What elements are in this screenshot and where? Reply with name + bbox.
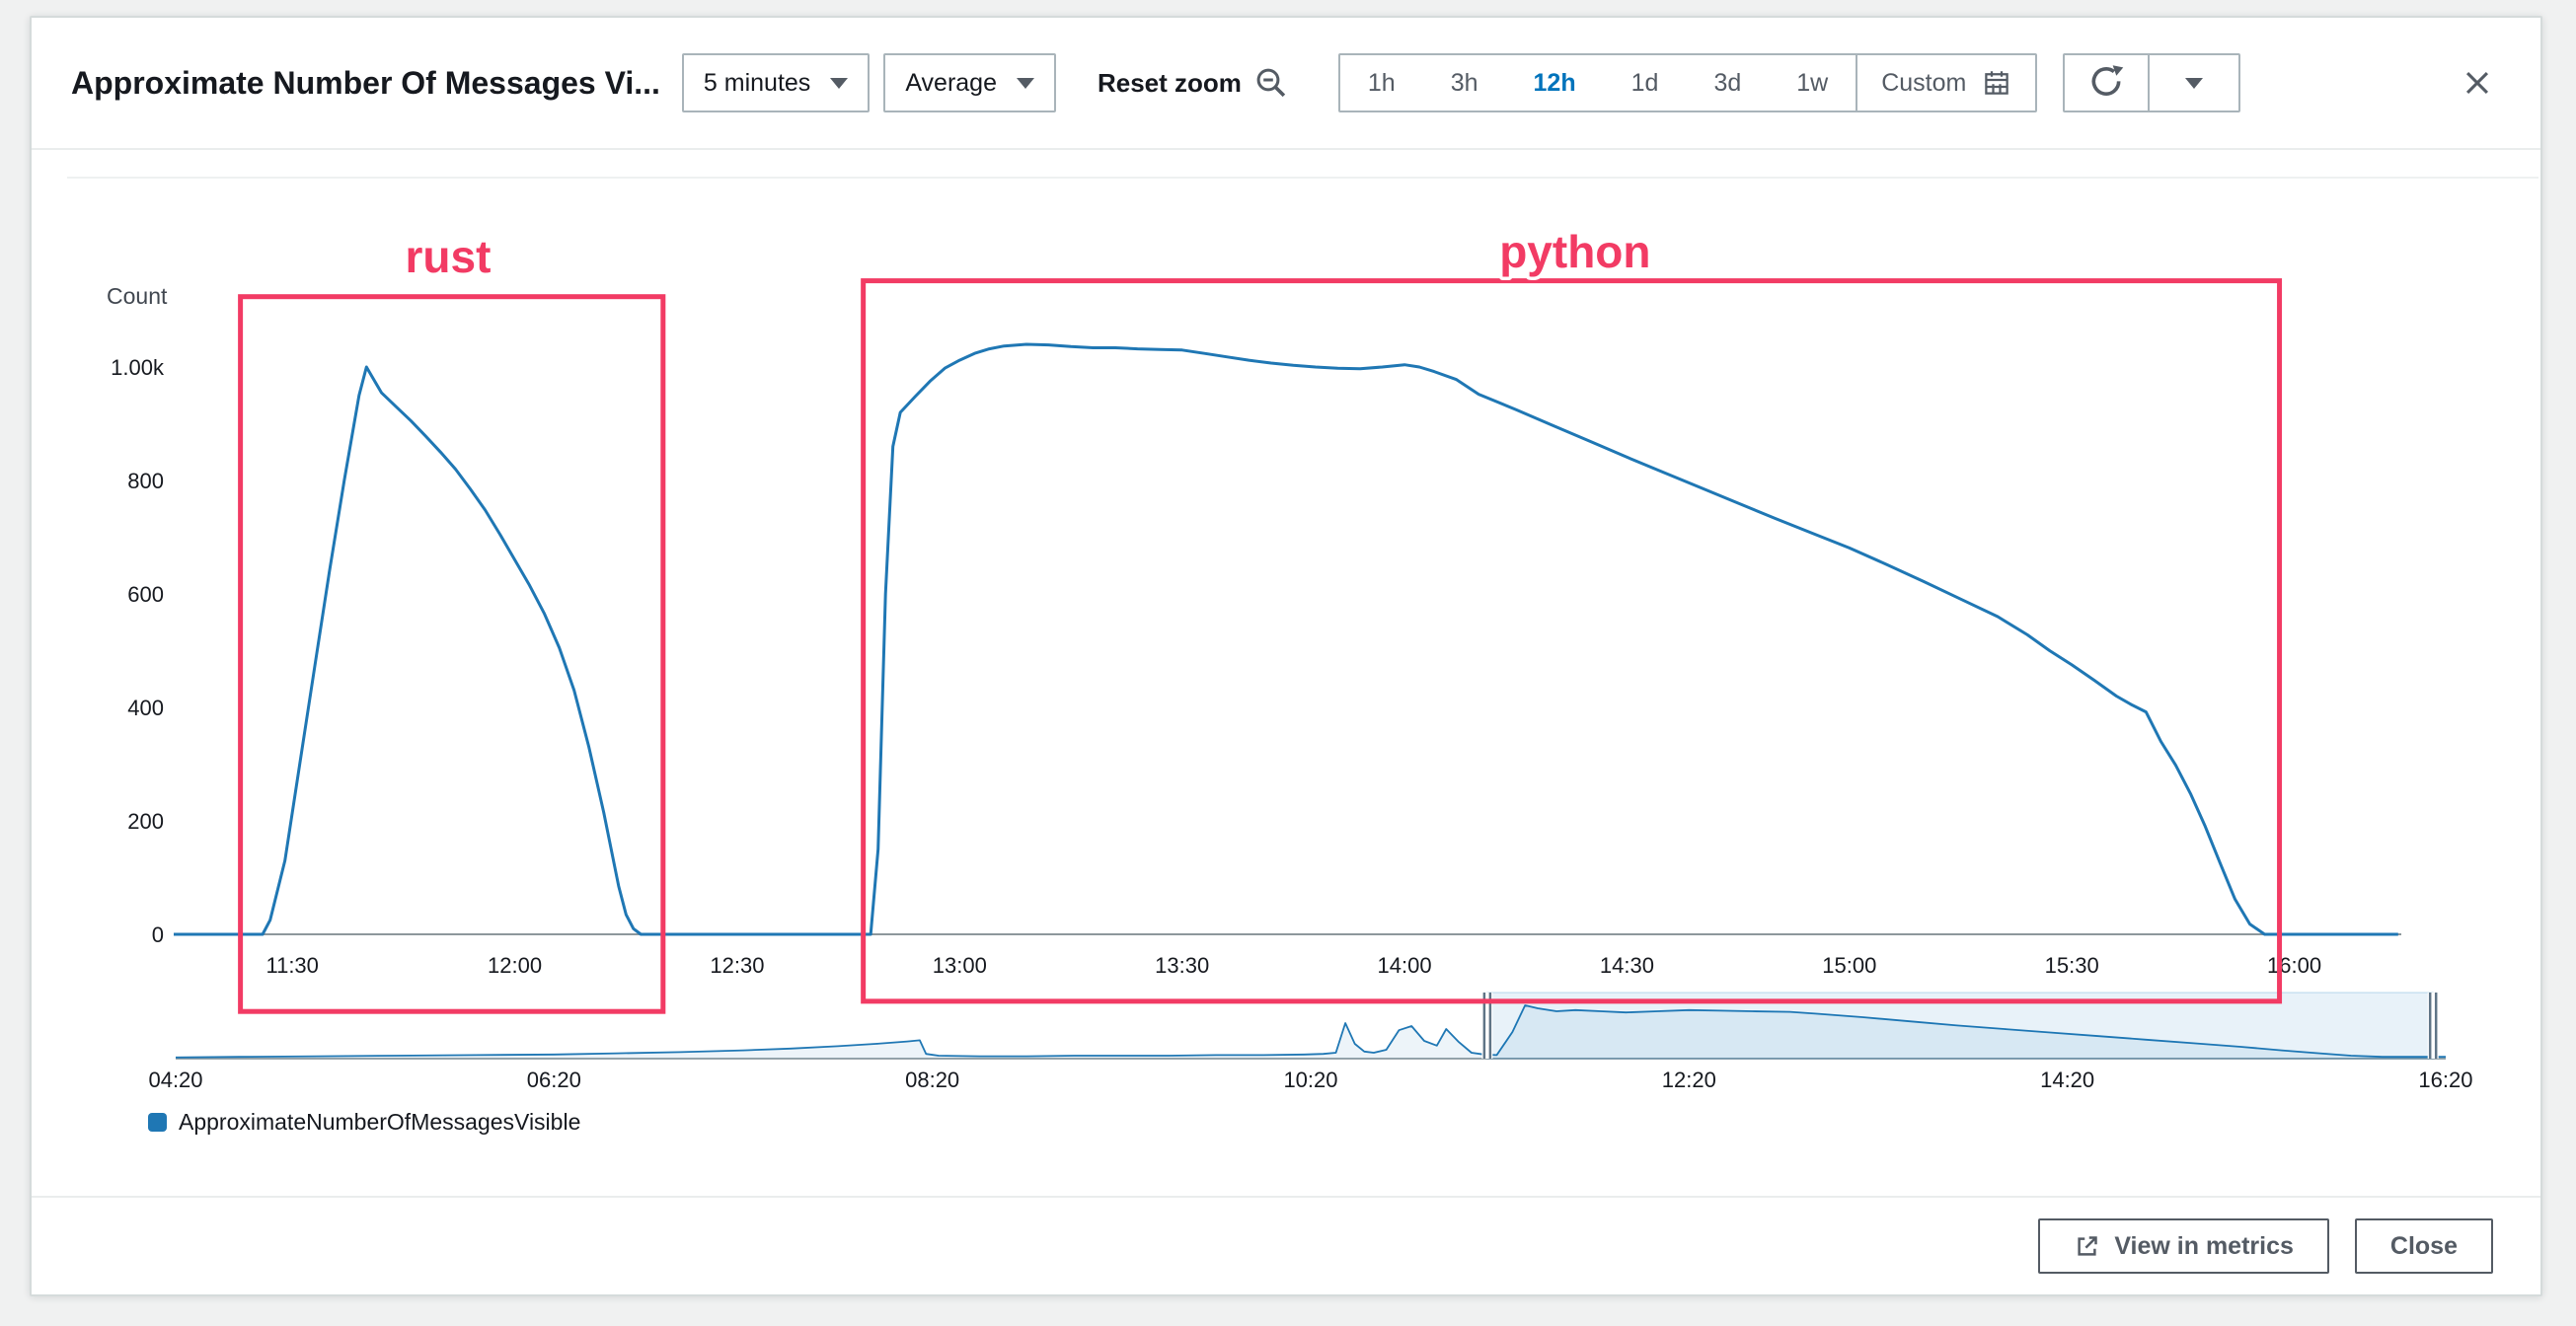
reset-zoom-button[interactable]: Reset zoom bbox=[1098, 65, 1289, 101]
modal-footer: View in metrics Close bbox=[32, 1196, 2540, 1294]
time-range-3d[interactable]: 3d bbox=[1686, 55, 1769, 110]
external-link-icon bbox=[2074, 1233, 2100, 1260]
refresh-split-button bbox=[2063, 53, 2240, 112]
reset-zoom-label: Reset zoom bbox=[1098, 68, 1242, 99]
close-icon[interactable] bbox=[2454, 59, 2501, 107]
modal-title: Approximate Number Of Messages Vi... bbox=[71, 65, 660, 102]
page-background: Approximate Number Of Messages Vi... 5 m… bbox=[0, 0, 2576, 1326]
time-range-group: 1h 3h 12h 1d 3d 1w Custom bbox=[1338, 53, 2037, 112]
chevron-down-icon bbox=[830, 78, 848, 89]
refresh-button[interactable] bbox=[2065, 55, 2148, 110]
time-range-1w[interactable]: 1w bbox=[1769, 55, 1856, 110]
close-button-label: Close bbox=[2390, 1232, 2458, 1261]
custom-range-button[interactable]: Custom bbox=[1856, 55, 2035, 110]
refresh-options-button[interactable] bbox=[2148, 55, 2238, 110]
period-value: 5 minutes bbox=[704, 69, 810, 98]
refresh-icon bbox=[2087, 64, 2125, 102]
custom-range-label: Custom bbox=[1881, 69, 1966, 98]
close-button[interactable]: Close bbox=[2355, 1218, 2493, 1274]
statistic-value: Average bbox=[905, 69, 997, 98]
content-divider bbox=[67, 177, 2538, 179]
zoom-out-icon bbox=[1253, 65, 1289, 101]
metric-details-modal: Approximate Number Of Messages Vi... 5 m… bbox=[30, 16, 2542, 1296]
legend-label: ApproximateNumberOfMessagesVisible bbox=[179, 1109, 580, 1136]
time-range-12h[interactable]: 12h bbox=[1506, 55, 1604, 110]
view-in-metrics-label: View in metrics bbox=[2114, 1232, 2294, 1261]
time-range-3h[interactable]: 3h bbox=[1423, 55, 1506, 110]
chevron-down-icon bbox=[2185, 78, 2203, 89]
time-range-1d[interactable]: 1d bbox=[1604, 55, 1687, 110]
period-dropdown[interactable]: 5 minutes bbox=[682, 53, 870, 112]
view-in-metrics-button[interactable]: View in metrics bbox=[2038, 1218, 2329, 1274]
calendar-icon bbox=[1982, 68, 2011, 98]
modal-header: Approximate Number Of Messages Vi... 5 m… bbox=[32, 18, 2540, 150]
chevron-down-icon bbox=[1017, 78, 1034, 89]
legend-color-swatch bbox=[148, 1113, 167, 1132]
statistic-dropdown[interactable]: Average bbox=[883, 53, 1056, 112]
time-range-1h[interactable]: 1h bbox=[1340, 55, 1423, 110]
chart-legend[interactable]: ApproximateNumberOfMessagesVisible bbox=[148, 1109, 580, 1136]
